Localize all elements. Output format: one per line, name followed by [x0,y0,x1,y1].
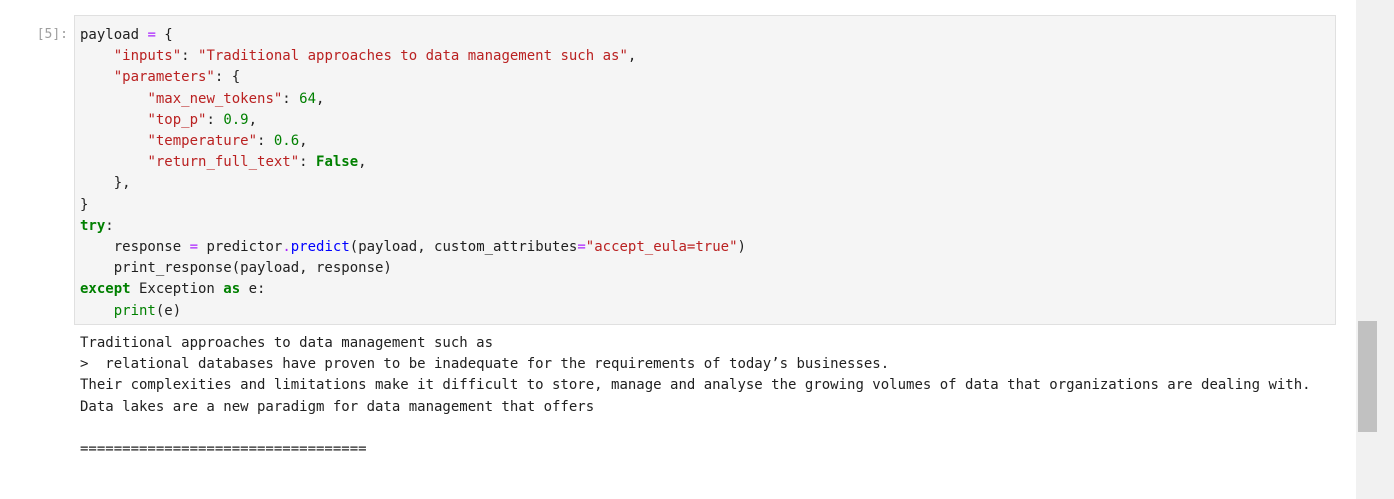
code-token: , [299,133,308,150]
code-token: predict [290,239,350,256]
code-token: : [257,133,274,150]
cell-prompt: [5]: [36,27,68,42]
output-line: > relational databases have proven to be… [80,356,890,373]
code-token: 64 [299,90,317,107]
code-token: : { [214,69,241,86]
code-token: print_response(payload, response) [80,260,392,277]
code-token: } [80,196,89,213]
code-token: }, [80,175,131,192]
code-token: Exception [130,281,224,298]
code-token: try [80,217,106,234]
code-token: "temperature" [147,133,258,150]
code-token: = [577,239,586,256]
code-token: . [282,239,291,256]
code-token: except [80,281,131,298]
code-line: response = predictor.predict(payload, cu… [80,237,1335,258]
code-token: , [316,90,325,107]
code-line: }, [80,173,1335,194]
code-editor[interactable]: payload = { "inputs": "Traditional appro… [75,16,1335,322]
code-token: ) [737,239,746,256]
code-token: "accept_eula=true" [585,239,738,256]
code-line: "temperature": 0.6, [80,131,1335,152]
code-line: try: [80,216,1335,237]
code-token: (payload, custom_attributes [349,239,578,256]
code-cell[interactable]: payload = { "inputs": "Traditional appro… [74,15,1336,325]
code-token: e: [240,281,266,298]
cell-output: Traditional approaches to data managemen… [80,333,1340,460]
code-token: : [299,154,317,171]
code-token: False [316,154,359,171]
code-line: "return_full_text": False, [80,152,1335,173]
scrollbar-thumb[interactable] [1358,321,1377,432]
code-token: "top_p" [147,111,207,128]
code-token: : [105,217,114,234]
code-token: print [113,302,156,319]
code-token: (e) [155,302,182,319]
code-token: response [80,239,190,256]
code-token: "Traditional approaches to data manageme… [198,48,628,65]
code-line: } [80,195,1335,216]
code-line: "parameters": { [80,67,1335,88]
code-token: : [282,90,300,107]
code-token: as [223,281,241,298]
code-line: "inputs": "Traditional approaches to dat… [80,46,1335,67]
code-token: = [147,27,156,43]
output-line: ================================== [80,440,367,457]
code-line: print(e) [80,301,1335,322]
code-token: "max_new_tokens" [147,90,283,107]
code-token: "parameters" [113,69,215,86]
output-line: Traditional approaches to data managemen… [80,335,494,351]
code-token: "inputs" [113,48,182,65]
code-token: predictor [198,239,283,256]
code-line: "top_p": 0.9, [80,110,1335,131]
code-token: 0.6 [273,133,300,150]
code-line: "max_new_tokens": 64, [80,89,1335,110]
output-line: Their complexities and limitations make … [80,377,1311,394]
code-token: , [627,48,637,65]
code-token: : [206,111,224,128]
code-line: print_response(payload, response) [80,258,1335,279]
code-token: { [155,27,173,43]
code-token: 0.9 [223,111,249,128]
code-token: "return_full_text" [147,154,300,171]
output-line: Data lakes are a new paradigm for data m… [80,398,595,415]
output-blank-line [80,418,1340,439]
code-line: except Exception as e: [80,279,1335,300]
code-token: , [248,111,258,128]
code-token: payload [80,27,148,43]
code-token: : [181,48,199,65]
code-token: , [358,154,367,171]
code-line: payload = { [80,25,1335,46]
code-token: = [189,239,199,256]
